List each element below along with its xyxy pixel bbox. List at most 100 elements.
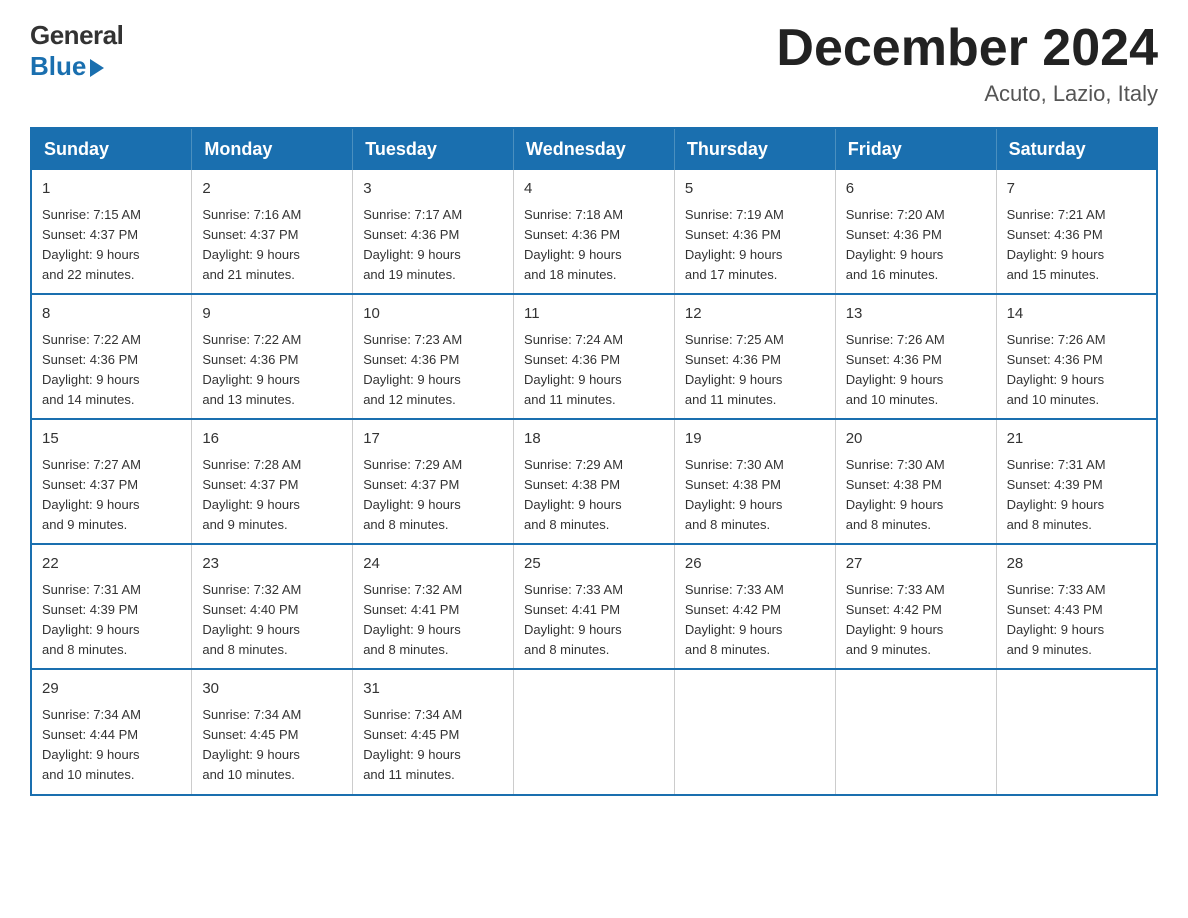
calendar-cell: 1 Sunrise: 7:15 AMSunset: 4:37 PMDaylight…	[31, 170, 192, 294]
day-number: 15	[42, 428, 181, 451]
calendar-cell: 25Sunrise: 7:33 AMSunset: 4:41 PMDayligh…	[514, 544, 675, 669]
calendar-cell: 29 Sunrise: 7:34 AMSunset: 4:44 PMDayligh…	[31, 669, 192, 794]
day-number: 24	[363, 553, 503, 576]
calendar-week-row: 1 Sunrise: 7:15 AMSunset: 4:37 PMDaylight…	[31, 170, 1157, 294]
day-info: Sunrise: 7:33 AMSunset: 4:42 PMDaylight:…	[685, 580, 825, 661]
calendar-header-row: SundayMondayTuesdayWednesdayThursdayFrid…	[31, 128, 1157, 170]
day-number: 6	[846, 178, 986, 201]
day-number: 29	[42, 678, 181, 701]
calendar-cell: 16 Sunrise: 7:28 AMSunset: 4:37 PMDayligh…	[192, 419, 353, 544]
calendar-cell: 10 Sunrise: 7:23 AMSunset: 4:36 PMDayligh…	[353, 294, 514, 419]
day-info: Sunrise: 7:19 AMSunset: 4:36 PMDaylight:…	[685, 205, 825, 286]
calendar-cell: 14 Sunrise: 7:26 AMSunset: 4:36 PMDayligh…	[996, 294, 1157, 419]
day-info: Sunrise: 7:16 AMSunset: 4:37 PMDaylight:…	[202, 205, 342, 286]
day-info: Sunrise: 7:24 AMSunset: 4:36 PMDaylight:…	[524, 330, 664, 411]
day-number: 8	[42, 303, 181, 326]
calendar-cell	[674, 669, 835, 794]
logo-blue-text: Blue	[30, 51, 123, 82]
day-info: Sunrise: 7:33 AMSunset: 4:42 PMDaylight:…	[846, 580, 986, 661]
calendar-cell: 4 Sunrise: 7:18 AMSunset: 4:36 PMDaylight…	[514, 170, 675, 294]
day-number: 27	[846, 553, 986, 576]
main-title: December 2024	[776, 20, 1158, 77]
calendar-cell: 2 Sunrise: 7:16 AMSunset: 4:37 PMDaylight…	[192, 170, 353, 294]
calendar-table: SundayMondayTuesdayWednesdayThursdayFrid…	[30, 127, 1158, 795]
calendar-week-row: 8 Sunrise: 7:22 AMSunset: 4:36 PMDaylight…	[31, 294, 1157, 419]
day-info: Sunrise: 7:32 AMSunset: 4:40 PMDaylight:…	[202, 580, 342, 661]
day-info: Sunrise: 7:26 AMSunset: 4:36 PMDaylight:…	[846, 330, 986, 411]
day-info: Sunrise: 7:18 AMSunset: 4:36 PMDaylight:…	[524, 205, 664, 286]
day-number: 10	[363, 303, 503, 326]
subtitle: Acuto, Lazio, Italy	[776, 81, 1158, 107]
calendar-header-tuesday: Tuesday	[353, 128, 514, 170]
calendar-cell	[835, 669, 996, 794]
day-info: Sunrise: 7:31 AMSunset: 4:39 PMDaylight:…	[1007, 455, 1146, 536]
day-number: 20	[846, 428, 986, 451]
calendar-week-row: 22 Sunrise: 7:31 AMSunset: 4:39 PMDayligh…	[31, 544, 1157, 669]
calendar-cell: 24 Sunrise: 7:32 AMSunset: 4:41 PMDayligh…	[353, 544, 514, 669]
calendar-cell: 8Sunrise: 7:22 AMSunset: 4:36 PMDaylight…	[31, 294, 192, 419]
calendar-cell: 17Sunrise: 7:29 AMSunset: 4:37 PMDayligh…	[353, 419, 514, 544]
day-number: 14	[1007, 303, 1146, 326]
day-info: Sunrise: 7:34 AMSunset: 4:44 PMDaylight:…	[42, 705, 181, 786]
calendar-cell: 28 Sunrise: 7:33 AMSunset: 4:43 PMDayligh…	[996, 544, 1157, 669]
day-number: 2	[202, 178, 342, 201]
day-number: 9	[202, 303, 342, 326]
calendar-cell: 15Sunrise: 7:27 AMSunset: 4:37 PMDayligh…	[31, 419, 192, 544]
day-info: Sunrise: 7:22 AMSunset: 4:36 PMDaylight:…	[202, 330, 342, 411]
day-info: Sunrise: 7:33 AMSunset: 4:43 PMDaylight:…	[1007, 580, 1146, 661]
calendar-week-row: 15Sunrise: 7:27 AMSunset: 4:37 PMDayligh…	[31, 419, 1157, 544]
logo-triangle-icon	[90, 59, 104, 77]
day-number: 28	[1007, 553, 1146, 576]
day-info: Sunrise: 7:31 AMSunset: 4:39 PMDaylight:…	[42, 580, 181, 661]
day-info: Sunrise: 7:15 AMSunset: 4:37 PMDaylight:…	[42, 205, 181, 286]
calendar-cell: 26 Sunrise: 7:33 AMSunset: 4:42 PMDayligh…	[674, 544, 835, 669]
title-block: December 2024 Acuto, Lazio, Italy	[776, 20, 1158, 107]
day-info: Sunrise: 7:21 AMSunset: 4:36 PMDaylight:…	[1007, 205, 1146, 286]
day-number: 1	[42, 178, 181, 201]
calendar-header-monday: Monday	[192, 128, 353, 170]
day-info: Sunrise: 7:30 AMSunset: 4:38 PMDaylight:…	[846, 455, 986, 536]
day-number: 5	[685, 178, 825, 201]
day-number: 17	[363, 428, 503, 451]
day-info: Sunrise: 7:23 AMSunset: 4:36 PMDaylight:…	[363, 330, 503, 411]
logo-general-text: General	[30, 20, 123, 51]
day-number: 13	[846, 303, 986, 326]
calendar-cell: 20 Sunrise: 7:30 AMSunset: 4:38 PMDayligh…	[835, 419, 996, 544]
day-info: Sunrise: 7:26 AMSunset: 4:36 PMDaylight:…	[1007, 330, 1146, 411]
calendar-cell	[996, 669, 1157, 794]
calendar-header-sunday: Sunday	[31, 128, 192, 170]
day-info: Sunrise: 7:17 AMSunset: 4:36 PMDaylight:…	[363, 205, 503, 286]
calendar-header-wednesday: Wednesday	[514, 128, 675, 170]
day-number: 22	[42, 553, 181, 576]
calendar-week-row: 29 Sunrise: 7:34 AMSunset: 4:44 PMDayligh…	[31, 669, 1157, 794]
day-number: 30	[202, 678, 342, 701]
calendar-cell: 11 Sunrise: 7:24 AMSunset: 4:36 PMDayligh…	[514, 294, 675, 419]
calendar-header-thursday: Thursday	[674, 128, 835, 170]
day-number: 16	[202, 428, 342, 451]
calendar-cell: 31Sunrise: 7:34 AMSunset: 4:45 PMDayligh…	[353, 669, 514, 794]
day-info: Sunrise: 7:34 AMSunset: 4:45 PMDaylight:…	[363, 705, 503, 786]
day-number: 26	[685, 553, 825, 576]
day-number: 21	[1007, 428, 1146, 451]
calendar-cell: 7Sunrise: 7:21 AMSunset: 4:36 PMDaylight…	[996, 170, 1157, 294]
day-number: 4	[524, 178, 664, 201]
day-info: Sunrise: 7:34 AMSunset: 4:45 PMDaylight:…	[202, 705, 342, 786]
day-number: 25	[524, 553, 664, 576]
day-info: Sunrise: 7:20 AMSunset: 4:36 PMDaylight:…	[846, 205, 986, 286]
day-number: 11	[524, 303, 664, 326]
calendar-cell: 13 Sunrise: 7:26 AMSunset: 4:36 PMDayligh…	[835, 294, 996, 419]
calendar-cell: 19Sunrise: 7:30 AMSunset: 4:38 PMDayligh…	[674, 419, 835, 544]
day-info: Sunrise: 7:32 AMSunset: 4:41 PMDaylight:…	[363, 580, 503, 661]
logo: General Blue	[30, 20, 123, 82]
day-info: Sunrise: 7:28 AMSunset: 4:37 PMDaylight:…	[202, 455, 342, 536]
day-number: 19	[685, 428, 825, 451]
day-number: 18	[524, 428, 664, 451]
day-number: 3	[363, 178, 503, 201]
calendar-cell: 12Sunrise: 7:25 AMSunset: 4:36 PMDayligh…	[674, 294, 835, 419]
calendar-cell: 5 Sunrise: 7:19 AMSunset: 4:36 PMDaylight…	[674, 170, 835, 294]
calendar-cell: 30 Sunrise: 7:34 AMSunset: 4:45 PMDayligh…	[192, 669, 353, 794]
calendar-cell: 3 Sunrise: 7:17 AMSunset: 4:36 PMDaylight…	[353, 170, 514, 294]
calendar-cell: 23Sunrise: 7:32 AMSunset: 4:40 PMDayligh…	[192, 544, 353, 669]
calendar-cell: 21 Sunrise: 7:31 AMSunset: 4:39 PMDayligh…	[996, 419, 1157, 544]
page-header: General Blue December 2024 Acuto, Lazio,…	[30, 20, 1158, 107]
